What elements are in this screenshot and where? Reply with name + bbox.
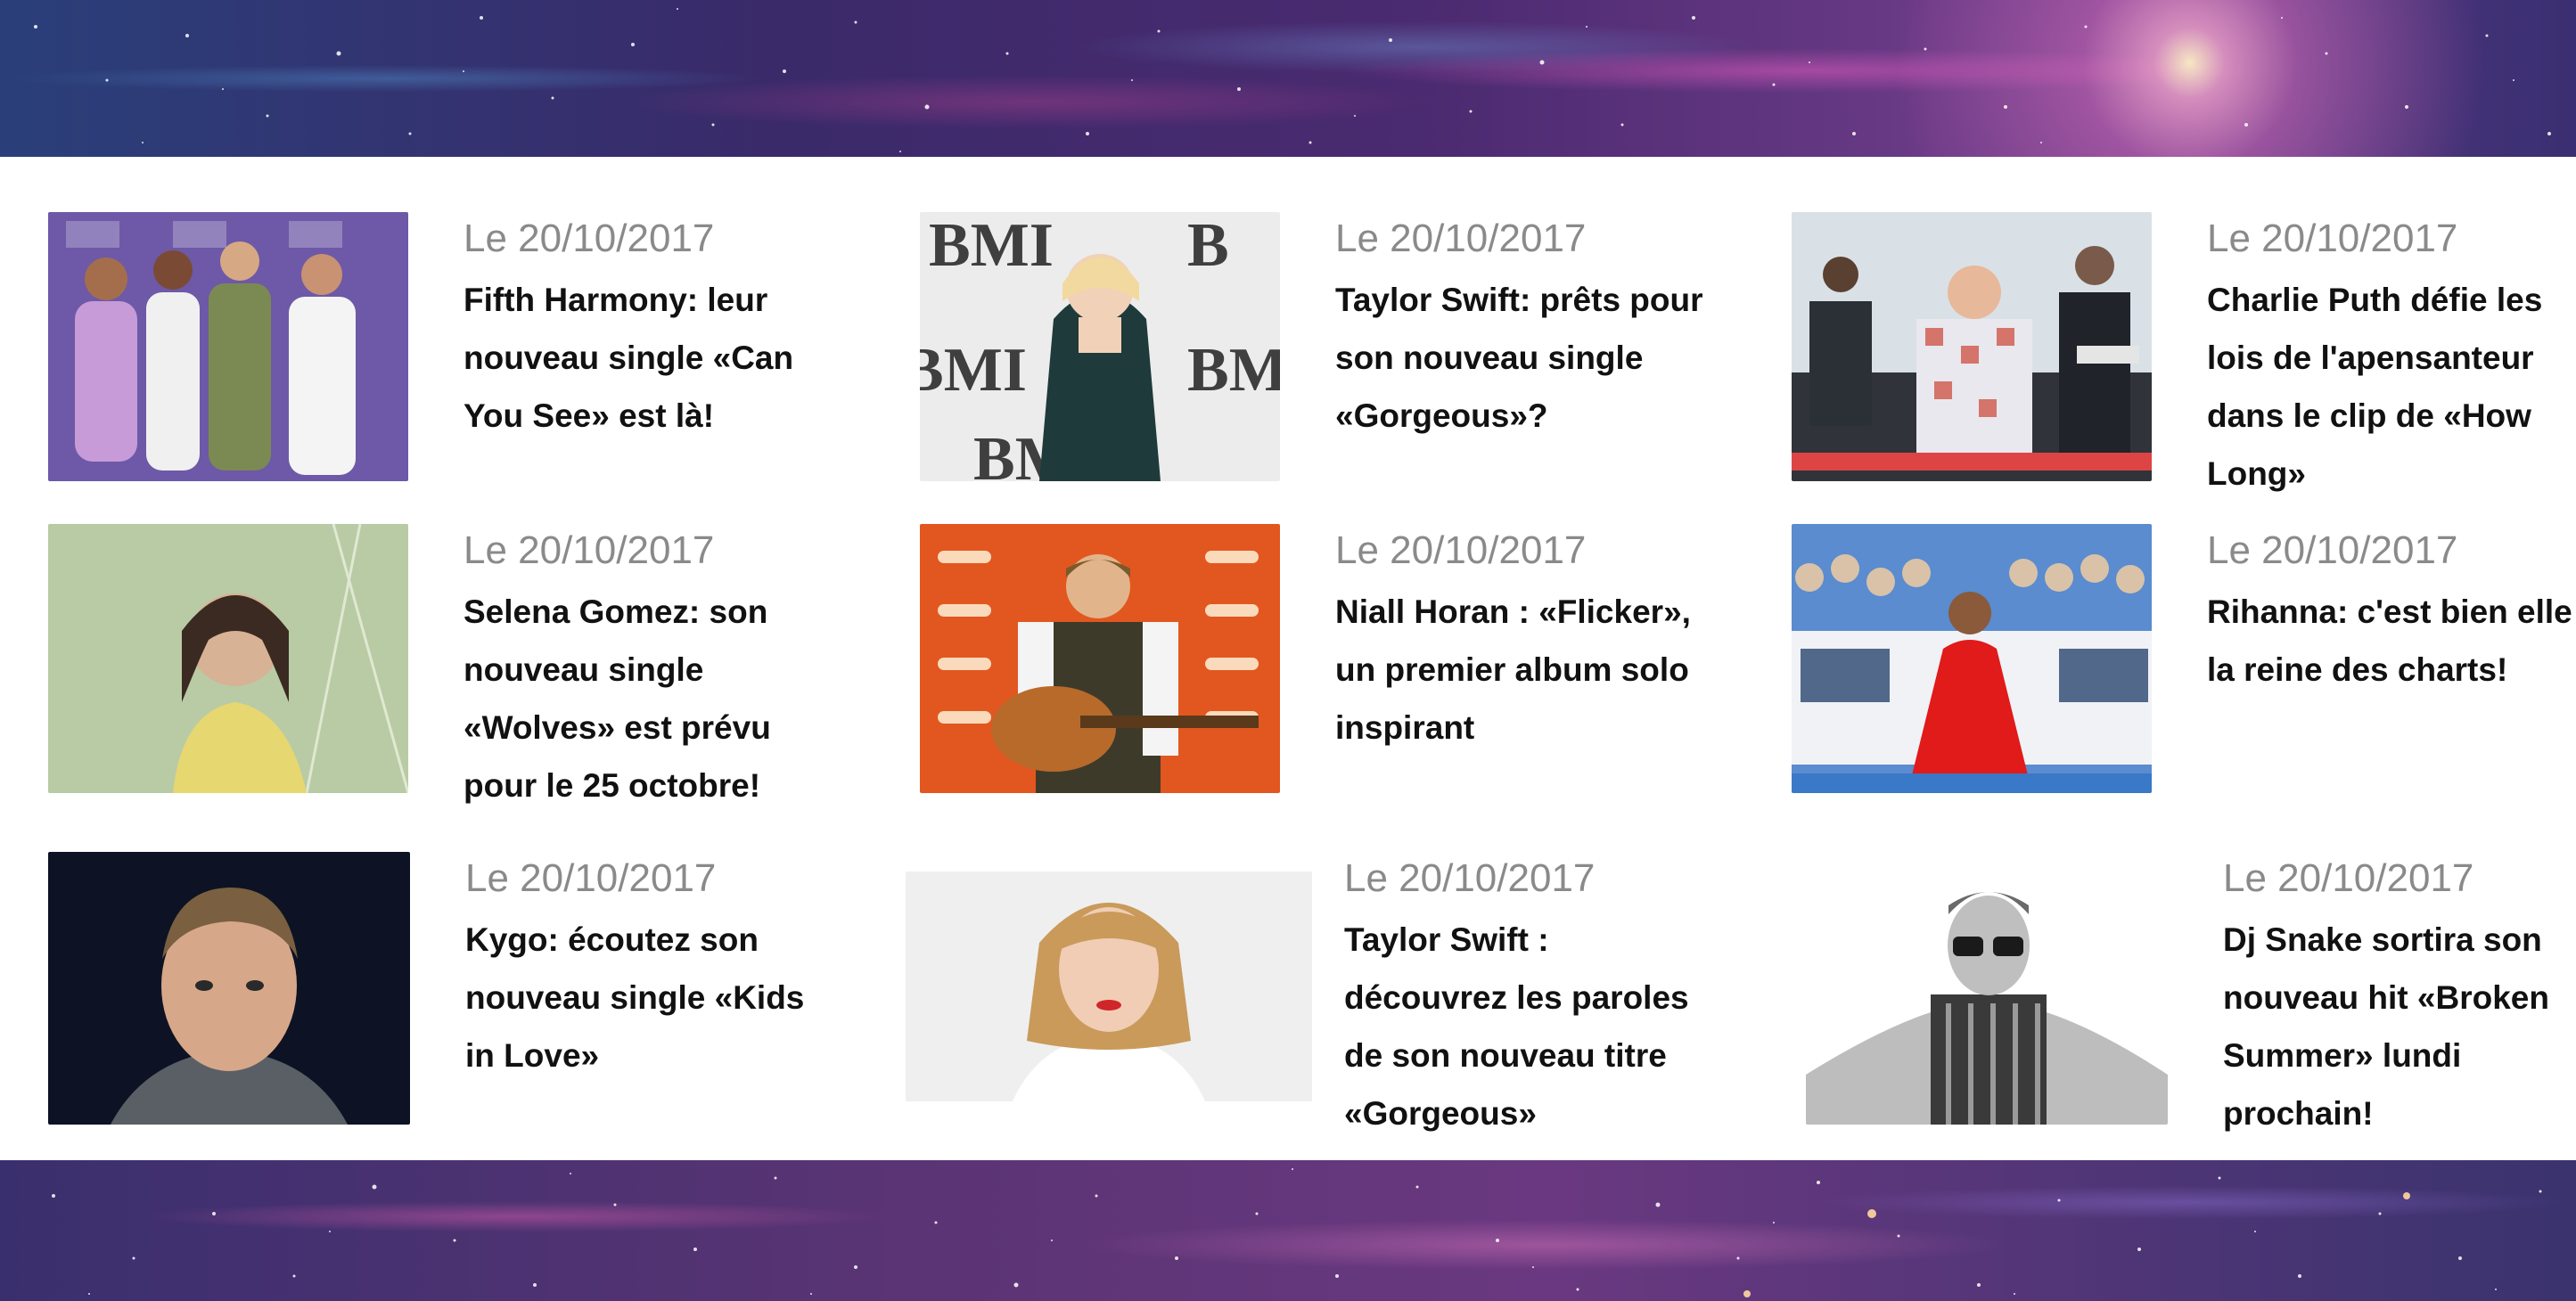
guitar-photo-icon[interactable]: [920, 524, 1280, 793]
article-title-link[interactable]: Charlie Puth défie les lois de l'apensan…: [2207, 271, 2576, 503]
article-card[interactable]: Le 20/10/2017 Fifth Harmony: leur nouvea…: [48, 212, 850, 515]
article-date: Le 20/10/2017: [2223, 856, 2474, 900]
article-date: Le 20/10/2017: [464, 528, 715, 572]
portrait-photo-icon[interactable]: [906, 871, 1312, 1101]
article-meta: Le 20/10/2017 Dj Snake sortira son nouve…: [2223, 852, 2576, 1142]
group-photo-icon[interactable]: [48, 212, 408, 481]
portrait-photo-icon[interactable]: [1806, 852, 2168, 1125]
galaxy-banner-bottom: [0, 1160, 2576, 1301]
article-meta: Le 20/10/2017 Fifth Harmony: leur nouvea…: [464, 212, 838, 445]
article-card[interactable]: Le 20/10/2017 Taylor Swift : découvrez l…: [906, 856, 1726, 1157]
article-date: Le 20/10/2017: [1344, 856, 1596, 900]
article-title-link[interactable]: Niall Horan : «Flicker», un premier albu…: [1335, 583, 1710, 757]
article-title-link[interactable]: Rihanna: c'est bien elle la reine des ch…: [2207, 583, 2576, 699]
article-date: Le 20/10/2017: [1335, 528, 1587, 572]
galaxy-banner-top: [0, 0, 2576, 157]
svg-text:BMI: BMI: [920, 336, 1027, 405]
svg-text:BMI: BMI: [1187, 336, 1280, 405]
portrait-photo-icon[interactable]: BMIB BMIBMI BM: [920, 212, 1280, 481]
article-meta: Le 20/10/2017 Kygo: écoutez son nouveau …: [465, 852, 840, 1084]
red-carpet-photo-icon[interactable]: [1792, 524, 2152, 793]
starfield-top: [34, 8, 2551, 152]
article-meta: Le 20/10/2017 Selena Gomez: son nouveau …: [464, 524, 838, 814]
article-meta: Le 20/10/2017 Taylor Swift : découvrez l…: [1344, 852, 1719, 1142]
svg-text:BMI: BMI: [929, 212, 1054, 280]
article-card[interactable]: Le 20/10/2017 Niall Horan : «Flicker», u…: [920, 524, 1722, 827]
article-date: Le 20/10/2017: [1335, 217, 1587, 260]
article-date: Le 20/10/2017: [465, 856, 717, 900]
article-card[interactable]: BMIB BMIBMI BM Le 20/10/2017 Taylor Swif…: [920, 212, 1722, 515]
article-title-link[interactable]: Kygo: écoutez son nouveau single «Kids i…: [465, 911, 840, 1084]
article-card[interactable]: Le 20/10/2017 Kygo: écoutez son nouveau …: [48, 852, 850, 1155]
portrait-photo-icon[interactable]: [48, 852, 410, 1125]
article-title-link[interactable]: Dj Snake sortira son nouveau hit «Broken…: [2223, 911, 2576, 1142]
article-meta: Le 20/10/2017 Charlie Puth défie les loi…: [2207, 212, 2576, 503]
article-meta: Le 20/10/2017 Taylor Swift: prêts pour s…: [1335, 212, 1710, 445]
concert-photo-icon[interactable]: [1792, 212, 2152, 481]
article-title-link[interactable]: Taylor Swift: prêts pour son nouveau sin…: [1335, 271, 1710, 445]
page: Le 20/10/2017 Fifth Harmony: leur nouvea…: [0, 0, 2576, 1301]
news-grid: Le 20/10/2017 Fifth Harmony: leur nouvea…: [0, 157, 2576, 1160]
article-title-link[interactable]: Taylor Swift : découvrez les paroles de …: [1344, 911, 1719, 1142]
article-title-link[interactable]: Selena Gomez: son nouveau single «Wolves…: [464, 583, 838, 814]
article-meta: Le 20/10/2017 Niall Horan : «Flicker», u…: [1335, 524, 1710, 757]
article-card[interactable]: Le 20/10/2017 Charlie Puth défie les loi…: [1792, 212, 2576, 515]
article-title-link[interactable]: Fifth Harmony: leur nouveau single «Can …: [464, 271, 838, 445]
starfield-bottom: [52, 1168, 2542, 1297]
article-date: Le 20/10/2017: [464, 217, 715, 260]
article-card[interactable]: Le 20/10/2017 Dj Snake sortira son nouve…: [1806, 852, 2576, 1155]
article-meta: Le 20/10/2017 Rihanna: c'est bien elle l…: [2207, 524, 2576, 699]
portrait-photo-icon[interactable]: [48, 524, 408, 793]
article-date: Le 20/10/2017: [2207, 528, 2458, 572]
svg-text:B: B: [1187, 212, 1229, 280]
article-card[interactable]: Le 20/10/2017 Rihanna: c'est bien elle l…: [1792, 524, 2576, 827]
article-card[interactable]: Le 20/10/2017 Selena Gomez: son nouveau …: [48, 524, 850, 827]
article-date: Le 20/10/2017: [2207, 217, 2458, 260]
